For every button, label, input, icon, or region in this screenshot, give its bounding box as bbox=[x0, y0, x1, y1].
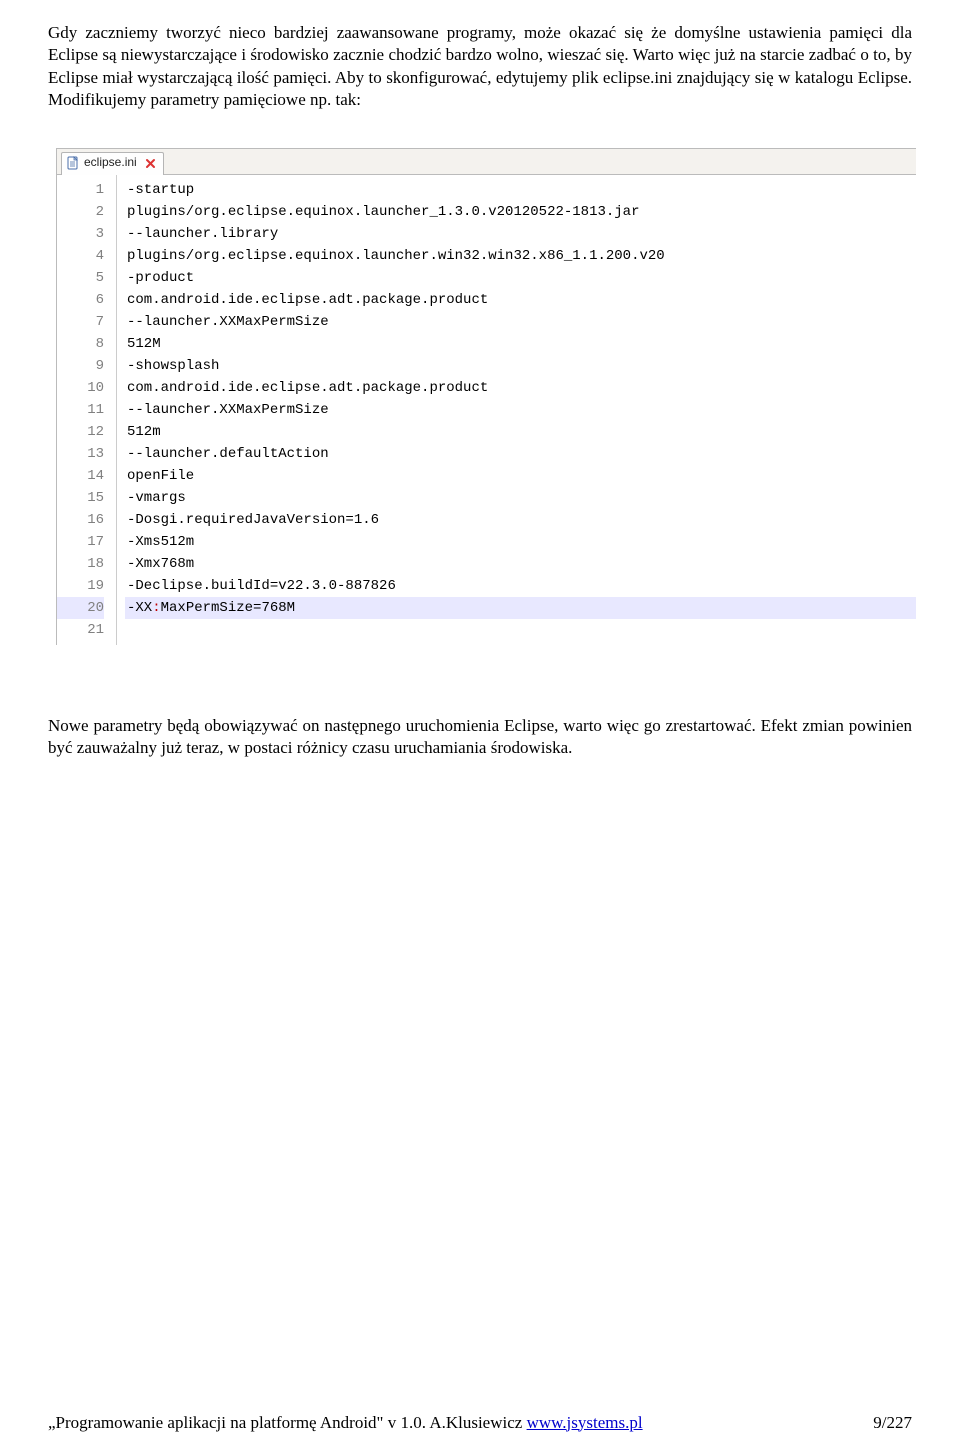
footer-left: „Programowanie aplikacji na platformę An… bbox=[48, 1412, 643, 1434]
line-number: 3 bbox=[57, 223, 104, 245]
code-line[interactable]: -Xmx768m bbox=[125, 553, 916, 575]
code-line[interactable]: 512M bbox=[125, 333, 916, 355]
code-line[interactable]: --launcher.library bbox=[125, 223, 916, 245]
code-line[interactable]: -vmargs bbox=[125, 487, 916, 509]
close-icon[interactable] bbox=[145, 157, 157, 169]
footer-link[interactable]: www.jsystems.pl bbox=[527, 1413, 643, 1432]
line-number: 17 bbox=[57, 531, 104, 553]
line-number: 20 bbox=[57, 597, 104, 619]
line-number: 9 bbox=[57, 355, 104, 377]
code-line[interactable]: com.android.ide.eclipse.adt.package.prod… bbox=[125, 377, 916, 399]
outro-paragraph: Nowe parametry będą obowiązywać on nastę… bbox=[48, 715, 912, 760]
line-number: 8 bbox=[57, 333, 104, 355]
line-number: 6 bbox=[57, 289, 104, 311]
file-icon bbox=[66, 156, 80, 170]
line-number: 4 bbox=[57, 245, 104, 267]
line-number: 5 bbox=[57, 267, 104, 289]
code-content[interactable]: -startupplugins/org.eclipse.equinox.laun… bbox=[117, 175, 916, 645]
code-line[interactable]: -Xms512m bbox=[125, 531, 916, 553]
code-line[interactable]: -product bbox=[125, 267, 916, 289]
line-number: 11 bbox=[57, 399, 104, 421]
code-line[interactable]: --launcher.XXMaxPermSize bbox=[125, 399, 916, 421]
line-number: 2 bbox=[57, 201, 104, 223]
line-number: 10 bbox=[57, 377, 104, 399]
code-line[interactable]: --launcher.defaultAction bbox=[125, 443, 916, 465]
code-body: 123456789101112131415161718192021 -start… bbox=[57, 175, 916, 645]
code-line[interactable]: com.android.ide.eclipse.adt.package.prod… bbox=[125, 289, 916, 311]
line-number: 18 bbox=[57, 553, 104, 575]
line-number: 21 bbox=[57, 619, 104, 641]
line-number-gutter: 123456789101112131415161718192021 bbox=[57, 175, 117, 645]
page-footer: „Programowanie aplikacji na platformę An… bbox=[48, 1412, 912, 1434]
code-line[interactable]: --launcher.XXMaxPermSize bbox=[125, 311, 916, 333]
line-number: 14 bbox=[57, 465, 104, 487]
code-line[interactable]: -startup bbox=[125, 179, 916, 201]
footer-page-number: 9/227 bbox=[873, 1412, 912, 1434]
footer-book-title: „Programowanie aplikacji na platformę An… bbox=[48, 1413, 527, 1432]
code-line[interactable]: 512m bbox=[125, 421, 916, 443]
code-line[interactable]: openFile bbox=[125, 465, 916, 487]
code-line[interactable]: -Dosgi.requiredJavaVersion=1.6 bbox=[125, 509, 916, 531]
code-line[interactable]: -showsplash bbox=[125, 355, 916, 377]
code-line[interactable]: -Declipse.buildId=v22.3.0-887826 bbox=[125, 575, 916, 597]
editor-tab-eclipse-ini[interactable]: eclipse.ini bbox=[61, 152, 164, 175]
intro-paragraph: Gdy zaczniemy tworzyć nieco bardziej zaa… bbox=[48, 22, 912, 112]
code-line[interactable]: -XX:MaxPermSize=768M bbox=[125, 597, 916, 619]
line-number: 1 bbox=[57, 179, 104, 201]
line-number: 12 bbox=[57, 421, 104, 443]
code-line[interactable]: plugins/org.eclipse.equinox.launcher.win… bbox=[125, 245, 916, 267]
line-number: 13 bbox=[57, 443, 104, 465]
editor-tab-label: eclipse.ini bbox=[84, 155, 137, 171]
line-number: 7 bbox=[57, 311, 104, 333]
editor-window: eclipse.ini 1234567891011121314151617181… bbox=[56, 148, 916, 645]
editor-tabbar: eclipse.ini bbox=[57, 149, 916, 175]
line-number: 15 bbox=[57, 487, 104, 509]
line-number: 19 bbox=[57, 575, 104, 597]
code-line[interactable] bbox=[125, 619, 916, 641]
code-line[interactable]: plugins/org.eclipse.equinox.launcher_1.3… bbox=[125, 201, 916, 223]
line-number: 16 bbox=[57, 509, 104, 531]
